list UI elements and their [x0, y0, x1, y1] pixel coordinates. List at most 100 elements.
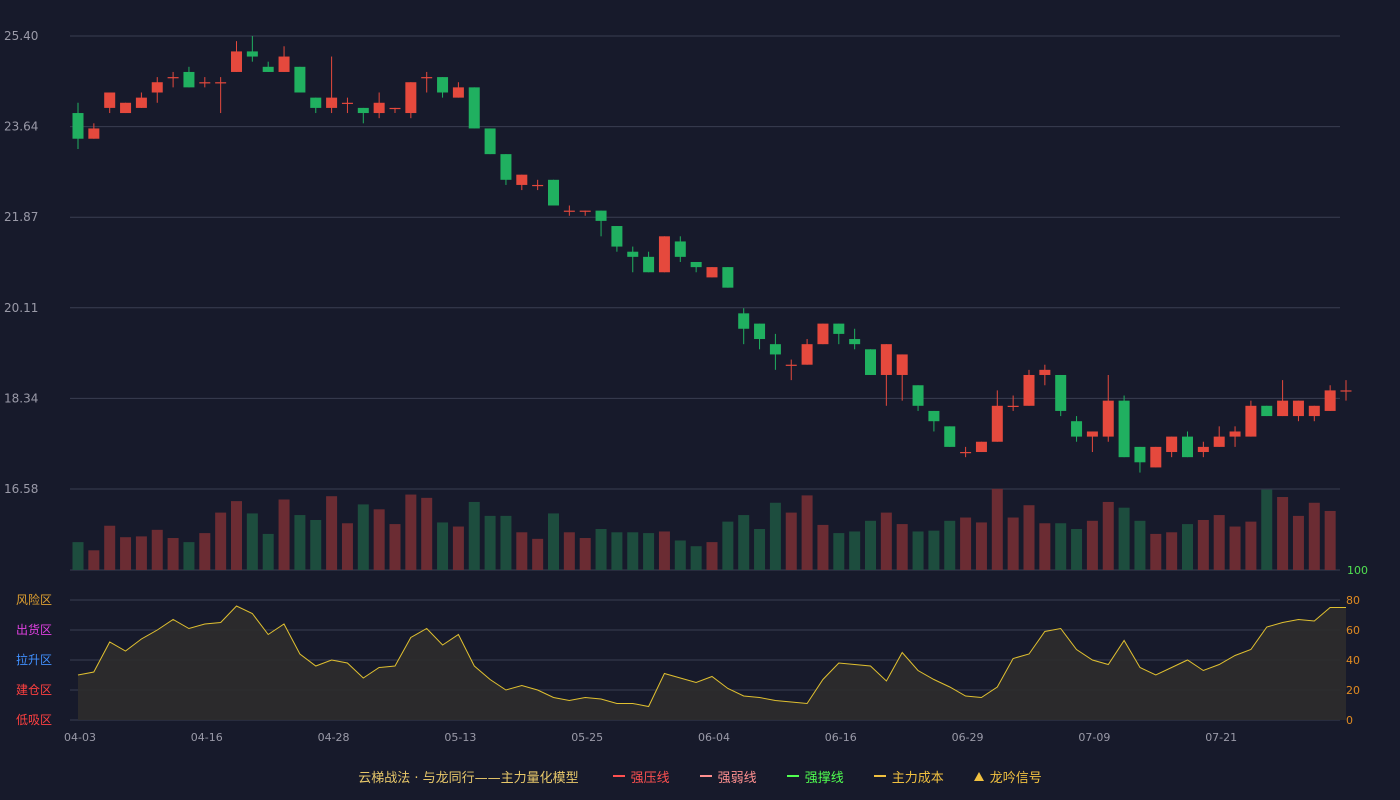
date-tick-label: 07-09: [1078, 731, 1110, 744]
volume-bar: [1213, 515, 1225, 570]
candle-body: [1308, 405, 1320, 417]
date-tick-label: 04-03: [64, 731, 96, 744]
candle-body: [405, 82, 417, 114]
volume-bar: [357, 504, 369, 570]
volume-bar: [1245, 521, 1257, 570]
legend-item-strong-pressure[interactable]: 强压线: [612, 767, 670, 786]
candle-body: [865, 349, 876, 375]
candle-body: [452, 87, 464, 98]
volume-bar: [880, 512, 892, 570]
legend-item-strong-support[interactable]: 强撑线: [786, 767, 844, 786]
candle-body: [72, 113, 84, 139]
volume-bar: [643, 533, 655, 570]
candle-body: [120, 102, 132, 114]
candle-body: [960, 452, 972, 454]
candle-body: [1261, 405, 1273, 417]
date-tick-label: 05-25: [571, 731, 603, 744]
candle-body: [1023, 374, 1035, 406]
volume-bar: [1292, 515, 1304, 570]
legend-line-icon: [786, 775, 799, 777]
legend-label: 强撑线: [804, 770, 844, 786]
volume-bar: [658, 531, 670, 570]
legend-item-main-cost[interactable]: 主力成本: [873, 767, 944, 786]
osc-tick-label: 20: [1346, 684, 1360, 697]
candle-body: [516, 174, 528, 185]
candle-body: [183, 71, 195, 88]
volume-bar: [262, 533, 274, 570]
volume-bar: [452, 526, 464, 570]
legend-line-icon: [612, 775, 625, 777]
volume-bar: [1023, 505, 1035, 570]
candle-body: [1134, 446, 1146, 463]
candle-body: [849, 339, 861, 345]
candle-body: [341, 102, 353, 104]
volume-bar: [1134, 520, 1146, 570]
volume-bar: [674, 540, 686, 570]
candle-body: [944, 426, 956, 447]
candle-body: [991, 405, 1003, 442]
candle-body: [246, 51, 258, 57]
oscillator-area: [78, 606, 1346, 720]
legend-label: 龙吟信号: [989, 770, 1042, 786]
candle-body: [373, 102, 385, 114]
candle-body: [104, 92, 116, 108]
volume-bar: [896, 524, 908, 570]
candle-body: [421, 77, 433, 79]
price-tick-label: 23.64: [4, 120, 38, 134]
volume-bar: [135, 536, 147, 570]
volume-bar: [1261, 489, 1273, 570]
date-tick-label: 06-04: [698, 731, 730, 744]
candle-body: [880, 344, 892, 375]
volume-max-label: 100: [1347, 564, 1368, 577]
price-tick-label: 16.58: [4, 482, 38, 496]
volume-bar: [231, 501, 242, 570]
legend-item-dragon-signal[interactable]: 龙吟信号: [973, 767, 1042, 786]
zone-label: 拉升区: [16, 652, 52, 667]
candle-body: [310, 97, 322, 108]
candle-body: [706, 267, 718, 278]
candle-body: [167, 77, 179, 79]
volume-bar: [1102, 501, 1114, 570]
volume-bar: [595, 529, 607, 570]
volume-bar: [468, 501, 480, 570]
volume-bar: [1277, 497, 1289, 570]
grid-lines: [70, 35, 1340, 721]
candle-body: [500, 154, 512, 180]
zone-label: 建仓区: [16, 683, 52, 697]
oscillator-panel: [77, 605, 1346, 720]
price-tick-label: 18.34: [4, 391, 38, 405]
volume-bar: [341, 523, 353, 570]
candle-body: [326, 97, 338, 108]
volume-bar: [389, 524, 401, 570]
candle-body: [595, 210, 607, 221]
candle-body: [215, 82, 227, 84]
osc-tick-label: 40: [1346, 654, 1360, 667]
volume-bar: [1324, 510, 1336, 570]
candle-body: [785, 364, 797, 366]
candle-body: [532, 184, 544, 187]
volume-bar: [1071, 529, 1083, 570]
volume-bar: [833, 533, 845, 570]
volume-bar: [548, 513, 559, 570]
volume-bar: [865, 520, 876, 570]
volume-bar: [960, 517, 972, 570]
candle-body: [199, 82, 211, 84]
price-tick-label: 25.40: [4, 29, 38, 43]
zone-label: 出货区: [16, 622, 52, 637]
candle-body: [1213, 436, 1225, 447]
volume-bar: [88, 550, 100, 570]
legend-item-strength-line[interactable]: 强弱线: [699, 767, 757, 786]
candle-body: [1292, 400, 1304, 417]
volume-bar: [484, 515, 496, 570]
volume-bar: [928, 530, 940, 570]
volume-bar: [1182, 524, 1193, 570]
volume-bar: [421, 497, 433, 570]
date-tick-label: 06-29: [952, 731, 984, 744]
volume-bar: [1118, 507, 1130, 570]
osc-tick-label: 0: [1346, 714, 1353, 727]
candle-body: [294, 66, 306, 93]
candle-body: [1118, 400, 1130, 458]
legend-label: 主力成本: [891, 770, 944, 786]
volume-bar: [326, 496, 338, 570]
volume-bar: [1229, 526, 1241, 570]
